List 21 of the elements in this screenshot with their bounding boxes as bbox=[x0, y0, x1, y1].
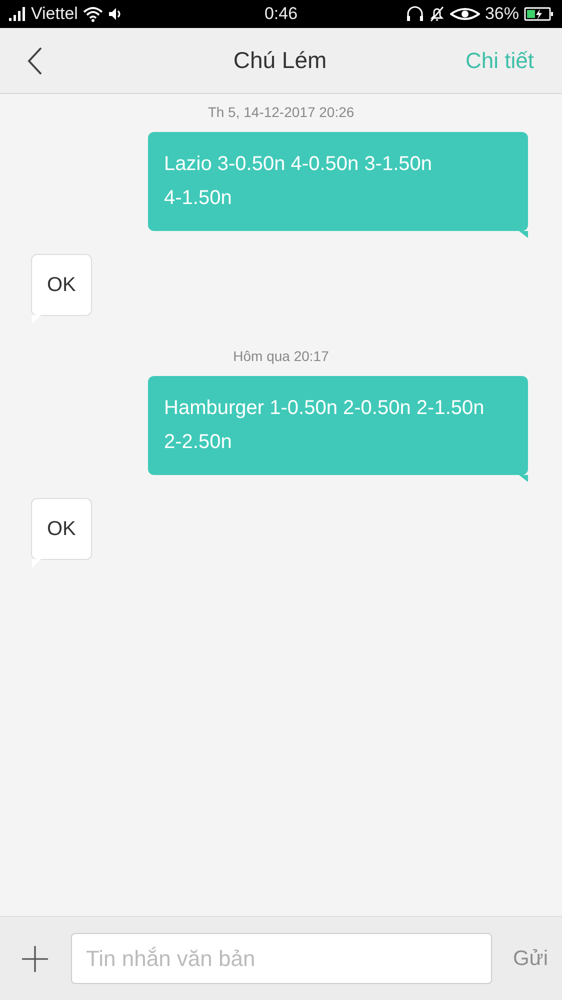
back-button[interactable] bbox=[26, 46, 44, 76]
clock: 0:46 bbox=[264, 4, 298, 24]
details-link[interactable]: Chi tiết bbox=[466, 48, 534, 74]
sent-message: Lazio 3-0.50n 4-0.50n 3-1.50n 4-1.50n bbox=[148, 132, 528, 238]
headphones-icon bbox=[406, 6, 424, 22]
received-message: OK bbox=[31, 498, 92, 568]
speaker-icon bbox=[108, 7, 122, 21]
eye-icon bbox=[450, 7, 480, 21]
carrier-name: Viettel bbox=[31, 4, 78, 24]
signal-icon bbox=[8, 7, 26, 21]
sent-message: Hamburger 1-0.50n 2-0.50n 2-1.50n 2-2.50n bbox=[148, 376, 528, 482]
wifi-icon bbox=[82, 6, 103, 22]
contact-name: Chú Lém bbox=[232, 47, 328, 74]
battery-percent: 36% bbox=[484, 4, 519, 24]
received-message: OK bbox=[31, 254, 92, 324]
timestamp: Hôm qua 20:17 bbox=[233, 348, 329, 364]
message-input[interactable]: Tin nhắn văn bản bbox=[71, 933, 492, 984]
timestamp: Th 5, 14-12-2017 20:26 bbox=[208, 104, 354, 120]
battery-charging-icon bbox=[524, 6, 554, 22]
bell-off-icon bbox=[428, 6, 445, 22]
add-button[interactable] bbox=[20, 944, 50, 974]
